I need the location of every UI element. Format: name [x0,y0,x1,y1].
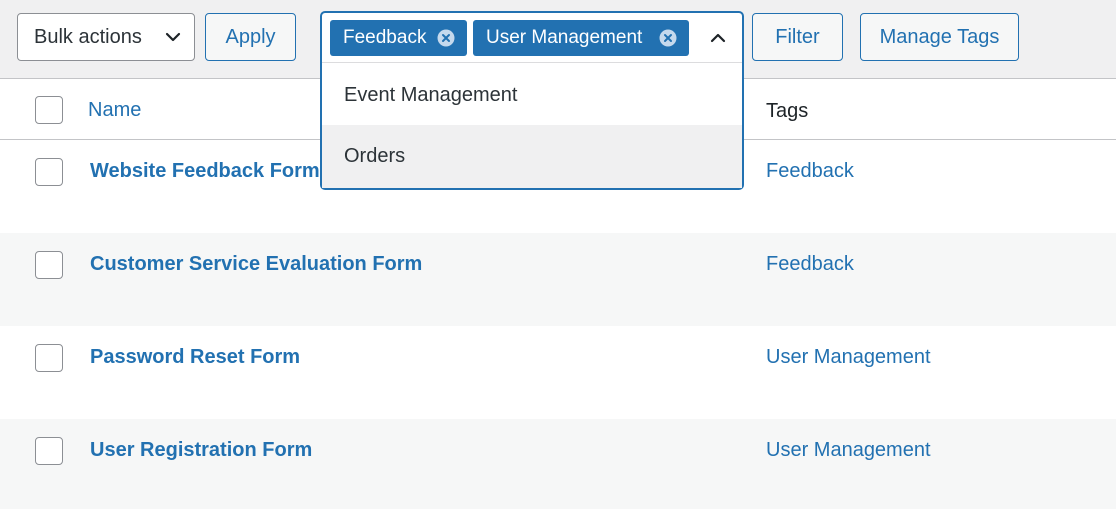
chevron-down-icon [165,32,181,42]
row-checkbox[interactable] [35,158,63,186]
form-tag-link[interactable]: User Management [766,439,931,462]
chip-label: User Management [486,27,643,48]
form-name-link[interactable]: Customer Service Evaluation Form [90,253,422,276]
select-all-checkbox[interactable] [35,96,63,124]
multiselect-selection-area[interactable]: Feedback User Management [322,13,742,63]
column-header-name[interactable]: Name [88,99,141,122]
form-tag-link[interactable]: User Management [766,346,931,369]
table-row: Password Reset Form User Management [0,326,1116,419]
tag-filter-multiselect[interactable]: Feedback User Management Event Managemen… [320,11,744,190]
selected-tag-chip: User Management [473,20,689,56]
apply-button[interactable]: Apply [205,13,296,61]
tag-option[interactable]: Event Management [322,64,742,126]
multiselect-divider [322,62,742,63]
close-circle-icon[interactable] [659,29,677,47]
column-header-tags: Tags [766,100,809,122]
tag-option-highlighted[interactable]: Orders [322,125,742,188]
close-circle-icon[interactable] [437,29,455,47]
table-row: Customer Service Evaluation Form Feedbac… [0,233,1116,326]
chevron-up-icon[interactable] [709,29,727,47]
bulk-actions-select[interactable]: Bulk actions [17,13,195,61]
filter-button[interactable]: Filter [752,13,843,61]
row-checkbox[interactable] [35,437,63,465]
form-tag-link[interactable]: Feedback [766,160,854,183]
row-checkbox[interactable] [35,344,63,372]
row-checkbox[interactable] [35,251,63,279]
table-row: User Registration Form User Management [0,419,1116,509]
form-name-link[interactable]: Password Reset Form [90,346,300,369]
selected-tag-chip: Feedback [330,20,467,56]
manage-tags-button[interactable]: Manage Tags [860,13,1019,61]
chip-label: Feedback [343,27,427,48]
bulk-actions-label: Bulk actions [34,25,142,48]
form-name-link[interactable]: User Registration Form [90,439,312,462]
form-name-link[interactable]: Website Feedback Form [90,160,320,183]
form-tag-link[interactable]: Feedback [766,253,854,276]
